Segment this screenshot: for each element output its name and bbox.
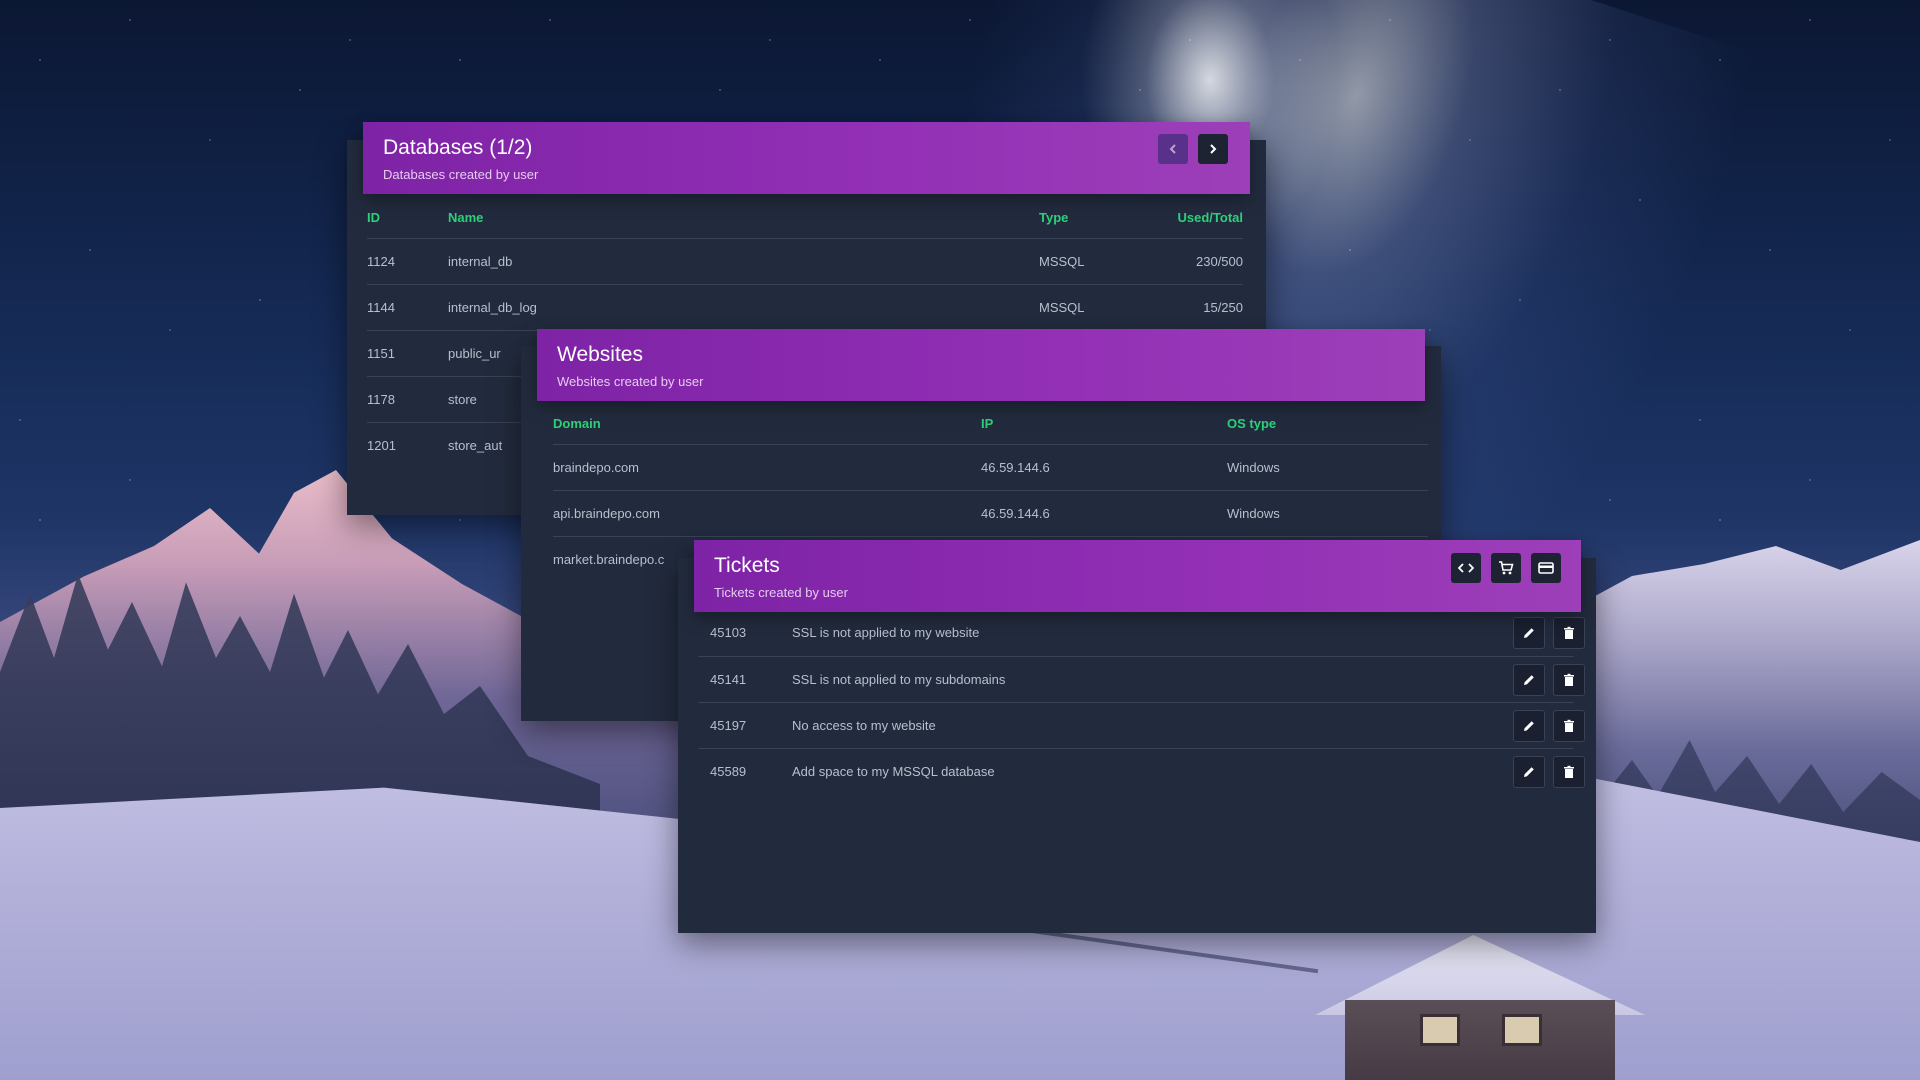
db-name: store	[448, 392, 477, 407]
table-row[interactable]: 1124 internal_db MSSQL 230/500	[367, 238, 1243, 285]
column-header-os-type: OS type	[1227, 416, 1277, 431]
cabin-window	[1502, 1014, 1542, 1046]
ticket-id: 45589	[710, 764, 747, 779]
edit-button[interactable]	[1513, 617, 1545, 649]
table-row[interactable]: 45103 SSL is not applied to my website	[698, 610, 1585, 656]
db-name: store_aut	[448, 438, 503, 453]
card-icon	[1538, 562, 1554, 574]
website-domain: market.braindepo.c	[553, 552, 665, 567]
db-type: MSSQL	[1039, 254, 1085, 269]
ticket-subject: SSL is not applied to my website	[792, 625, 980, 640]
db-id: 1151	[367, 346, 395, 361]
column-header-id: ID	[367, 210, 380, 225]
db-name: internal_db	[448, 254, 513, 269]
edit-button[interactable]	[1513, 664, 1545, 696]
table-row[interactable]: api.braindepo.com 46.59.144.6 Windows	[553, 490, 1428, 537]
delete-button[interactable]	[1553, 617, 1585, 649]
panel-subtitle: Websites created by user	[557, 374, 704, 389]
column-header-used-total: Used/Total	[1177, 210, 1244, 225]
delete-button[interactable]	[1553, 710, 1585, 742]
pencil-icon	[1524, 628, 1534, 638]
db-id: 1124	[367, 254, 395, 269]
pencil-icon	[1524, 721, 1534, 731]
trash-icon	[1564, 719, 1574, 732]
ticket-subject: No access to my website	[792, 718, 936, 733]
cabin-window	[1420, 1014, 1460, 1046]
website-ip: 46.59.144.6	[981, 506, 1050, 521]
table-row[interactable]: 1144 internal_db_log MSSQL 15/250	[367, 284, 1243, 331]
column-header-ip: IP	[981, 416, 994, 431]
table-row[interactable]: braindepo.com 46.59.144.6 Windows	[553, 444, 1428, 491]
cart-icon	[1499, 561, 1514, 575]
column-header-name: Name	[448, 210, 484, 225]
website-domain: api.braindepo.com	[553, 506, 660, 521]
trash-icon	[1564, 765, 1574, 778]
db-type: MSSQL	[1039, 300, 1085, 315]
table-row[interactable]: 45141 SSL is not applied to my subdomain…	[698, 656, 1585, 703]
db-id: 1178	[367, 392, 395, 407]
website-domain: braindepo.com	[553, 460, 639, 475]
edit-button[interactable]	[1513, 710, 1545, 742]
tickets-panel: 45103 SSL is not applied to my website 4…	[678, 558, 1596, 933]
db-used-total: 230/500	[1196, 254, 1243, 269]
websites-header: Websites Websites created by user	[537, 329, 1425, 401]
code-icon	[1458, 563, 1474, 573]
db-used-total: 15/250	[1203, 300, 1243, 315]
card-button[interactable]	[1531, 553, 1561, 583]
ticket-subject: SSL is not applied to my subdomains	[792, 672, 1006, 687]
table-row[interactable]: 45197 No access to my website	[698, 702, 1585, 749]
cabin	[1345, 1000, 1615, 1080]
delete-button[interactable]	[1553, 756, 1585, 788]
db-name: internal_db_log	[448, 300, 537, 315]
website-os-type: Windows	[1227, 506, 1280, 521]
pencil-icon	[1524, 767, 1534, 777]
panel-title: Websites	[557, 343, 643, 366]
next-page-button[interactable]	[1198, 134, 1228, 164]
chevron-left-icon	[1169, 144, 1176, 154]
ticket-id: 45103	[710, 625, 747, 640]
prev-page-button[interactable]	[1158, 134, 1188, 164]
edit-button[interactable]	[1513, 756, 1545, 788]
panel-title: Tickets	[714, 554, 780, 577]
panel-title: Databases (1/2)	[383, 136, 533, 159]
panel-subtitle: Databases created by user	[383, 167, 539, 182]
db-name: public_ur	[448, 346, 501, 361]
db-id: 1144	[367, 300, 395, 315]
databases-header: Databases (1/2) Databases created by use…	[363, 122, 1250, 194]
tickets-header: Tickets Tickets created by user	[694, 540, 1581, 612]
cart-button[interactable]	[1491, 553, 1521, 583]
website-ip: 46.59.144.6	[981, 460, 1050, 475]
db-id: 1201	[367, 438, 396, 453]
table-row[interactable]: 45589 Add space to my MSSQL database	[698, 748, 1585, 795]
trash-icon	[1564, 626, 1574, 639]
ticket-id: 45141	[710, 672, 747, 687]
code-button[interactable]	[1451, 553, 1481, 583]
panel-subtitle: Tickets created by user	[714, 585, 848, 600]
pencil-icon	[1524, 675, 1534, 685]
website-os-type: Windows	[1227, 460, 1280, 475]
chevron-right-icon	[1210, 144, 1217, 154]
column-header-type: Type	[1039, 210, 1069, 225]
ticket-id: 45197	[710, 718, 747, 733]
ticket-subject: Add space to my MSSQL database	[792, 764, 995, 779]
delete-button[interactable]	[1553, 664, 1585, 696]
trash-icon	[1564, 673, 1574, 686]
column-header-domain: Domain	[553, 416, 601, 431]
